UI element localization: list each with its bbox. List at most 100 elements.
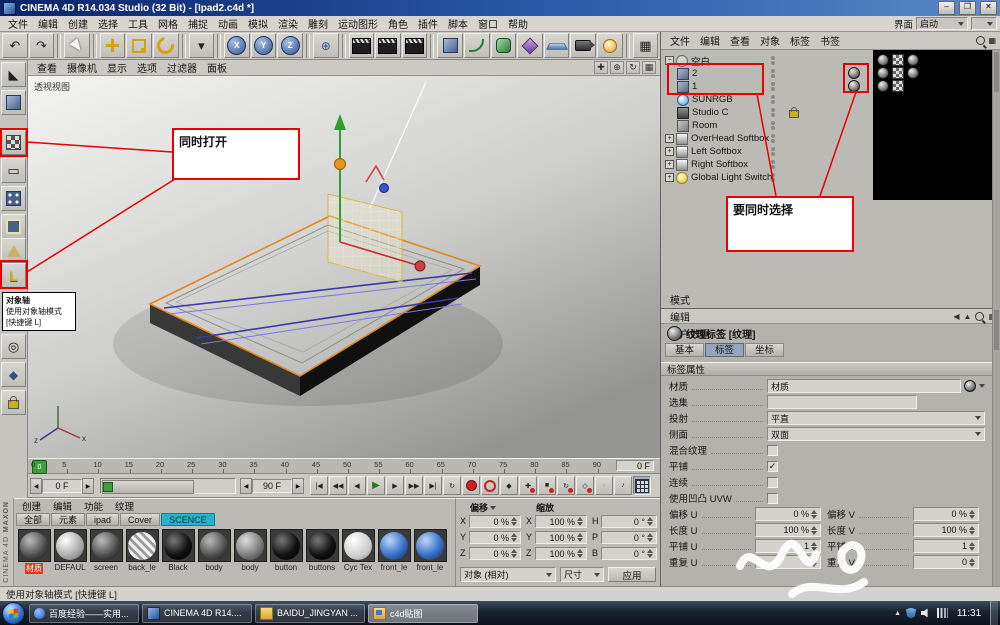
spinner-icon[interactable] xyxy=(969,558,975,567)
editor-visibility-dot[interactable] xyxy=(771,147,775,151)
taskbar-button-2[interactable]: BAIDU_JINGYAN ... xyxy=(255,604,365,623)
object-row-8[interactable]: +Right Softbox xyxy=(661,158,748,171)
material-thumbnail[interactable] xyxy=(198,529,231,562)
spinner-icon[interactable] xyxy=(647,549,653,558)
viewport-solo-mode-button[interactable]: ◎ xyxy=(1,334,26,359)
coord-H-field[interactable]: 0 ° xyxy=(601,515,657,528)
viewport-3d[interactable]: 透视视图 y z x xyxy=(28,76,660,458)
last-tool-button[interactable]: ▾ xyxy=(189,33,215,58)
add-floor-button[interactable] xyxy=(544,33,570,58)
coords-mode-dropdown[interactable]: 对象 (相对) xyxy=(460,567,556,582)
material-item[interactable]: body xyxy=(232,529,268,574)
record-position-button[interactable]: ✚ xyxy=(519,476,537,495)
minimize-button[interactable]: – xyxy=(938,1,955,15)
viewport-menu-5[interactable]: 面板 xyxy=(202,59,232,76)
search-icon[interactable] xyxy=(976,36,985,45)
checker-tag-icon[interactable] xyxy=(892,54,904,66)
editor-visibility-dot[interactable] xyxy=(771,108,775,112)
attr-menu-1[interactable]: 编辑 xyxy=(665,308,715,325)
timeline-scrollbar[interactable] xyxy=(100,478,236,494)
material-menu-1[interactable]: 编辑 xyxy=(47,499,78,513)
material-item[interactable]: DEFAUL xyxy=(52,529,88,574)
add-pen-spline-button[interactable] xyxy=(464,33,490,58)
next-frame-button[interactable]: ▶ xyxy=(386,476,404,495)
menubar-item-1[interactable]: 编辑 xyxy=(33,15,63,32)
material-preview-icon[interactable] xyxy=(964,380,976,392)
render-visibility-dot[interactable] xyxy=(771,113,775,117)
重复 V-field[interactable]: 0 xyxy=(913,555,979,569)
add-cube-button[interactable] xyxy=(437,33,463,58)
checkbox[interactable] xyxy=(767,445,778,456)
spinner-icon[interactable] xyxy=(647,533,653,542)
menubar-item-6[interactable]: 捕捉 xyxy=(183,15,213,32)
object-row-5[interactable]: Room xyxy=(661,119,717,132)
material-item[interactable]: front_le xyxy=(376,529,412,574)
偏移 U-field[interactable]: 0 % xyxy=(755,507,821,521)
render-visibility-dot[interactable] xyxy=(771,61,775,65)
prev-frame-button[interactable]: ◀ xyxy=(348,476,366,495)
om-menu-4[interactable]: 标签 xyxy=(785,32,815,49)
checker-tag-icon[interactable] xyxy=(892,80,904,92)
points-mode-button[interactable] xyxy=(1,186,26,211)
coord-Y-field[interactable]: 0 % xyxy=(469,531,521,544)
texture-mode-button[interactable] xyxy=(1,130,26,155)
volume-icon[interactable] xyxy=(921,608,932,618)
render-visibility-dot[interactable] xyxy=(771,87,775,91)
snapping-button[interactable]: ◆ xyxy=(1,362,26,387)
menubar-item-11[interactable]: 运动图形 xyxy=(333,15,383,32)
om-menu-2[interactable]: 查看 xyxy=(725,32,755,49)
spinner-icon[interactable] xyxy=(811,510,817,519)
viewport-menu-1[interactable]: 摄像机 xyxy=(62,59,102,76)
visibility-toggles[interactable] xyxy=(767,147,779,156)
workplane-mode-button[interactable]: ▭ xyxy=(1,158,26,183)
menubar-item-16[interactable]: 帮助 xyxy=(503,15,533,32)
menubar-item-12[interactable]: 角色 xyxy=(383,15,413,32)
editor-visibility-dot[interactable] xyxy=(771,95,775,99)
editor-visibility-dot[interactable] xyxy=(771,82,775,86)
render-visibility-dot[interactable] xyxy=(771,178,775,182)
back-icon[interactable]: ◀ xyxy=(953,312,959,321)
add-light-button[interactable] xyxy=(597,33,623,58)
increment-icon[interactable]: ▶ xyxy=(292,478,304,494)
spinner-icon[interactable] xyxy=(647,517,653,526)
pan-view-icon[interactable]: ✚ xyxy=(594,61,608,74)
render-visibility-dot[interactable] xyxy=(771,74,775,78)
goto-end-button[interactable]: ▶| xyxy=(424,476,442,495)
visibility-toggles[interactable] xyxy=(767,173,779,182)
material-item[interactable]: screen xyxy=(88,529,124,574)
tray-expand-icon[interactable]: ▲ xyxy=(894,610,901,617)
menubar-item-13[interactable]: 插件 xyxy=(413,15,443,32)
object-row-7[interactable]: +Left Softbox xyxy=(661,145,742,158)
layout-dropdown[interactable] xyxy=(971,17,997,30)
material-thumbnail[interactable] xyxy=(270,529,303,562)
scale-button[interactable] xyxy=(126,33,152,58)
render-visibility-dot[interactable] xyxy=(771,165,775,169)
collapse-icon[interactable]: − xyxy=(665,56,674,65)
increment-icon[interactable]: ▶ xyxy=(82,478,94,494)
object-row-9[interactable]: +Global Light Switch xyxy=(661,171,772,184)
timeline-ruler[interactable]: 0 0 F 0510152025303540455055606570758085… xyxy=(28,458,660,474)
material-thumbnail[interactable] xyxy=(90,529,123,562)
sphere-tag-icon[interactable] xyxy=(907,67,919,79)
selection-field[interactable] xyxy=(767,395,917,409)
spinner-icon[interactable] xyxy=(577,517,583,526)
attribute-tab-基本[interactable]: 基本 xyxy=(665,343,704,357)
add-deformer-button[interactable] xyxy=(517,33,543,58)
侧面-dropdown[interactable]: 双面 xyxy=(767,427,985,441)
start-frame-field[interactable]: ◀ 0 F ▶ xyxy=(30,478,94,494)
filter-icon[interactable]: ▦ xyxy=(988,36,996,45)
om-menu-1[interactable]: 编辑 xyxy=(695,32,725,49)
locked-x-button[interactable]: X xyxy=(224,33,250,58)
editor-visibility-dot[interactable] xyxy=(771,69,775,73)
viewport-menu-2[interactable]: 显示 xyxy=(102,59,132,76)
edges-mode-button[interactable] xyxy=(1,214,26,239)
material-item[interactable]: body xyxy=(196,529,232,574)
search-icon[interactable] xyxy=(975,312,984,321)
spinner-icon[interactable] xyxy=(577,549,583,558)
timeline-scroll-thumb[interactable] xyxy=(102,480,194,494)
material-link-field[interactable]: 材质 xyxy=(767,379,961,393)
material-menu-3[interactable]: 纹理 xyxy=(109,499,140,513)
sphere-tag-icon[interactable] xyxy=(877,54,889,66)
interface-dropdown[interactable]: 启动 xyxy=(916,17,968,30)
attribute-tab-标签[interactable]: 标签 xyxy=(705,343,744,357)
